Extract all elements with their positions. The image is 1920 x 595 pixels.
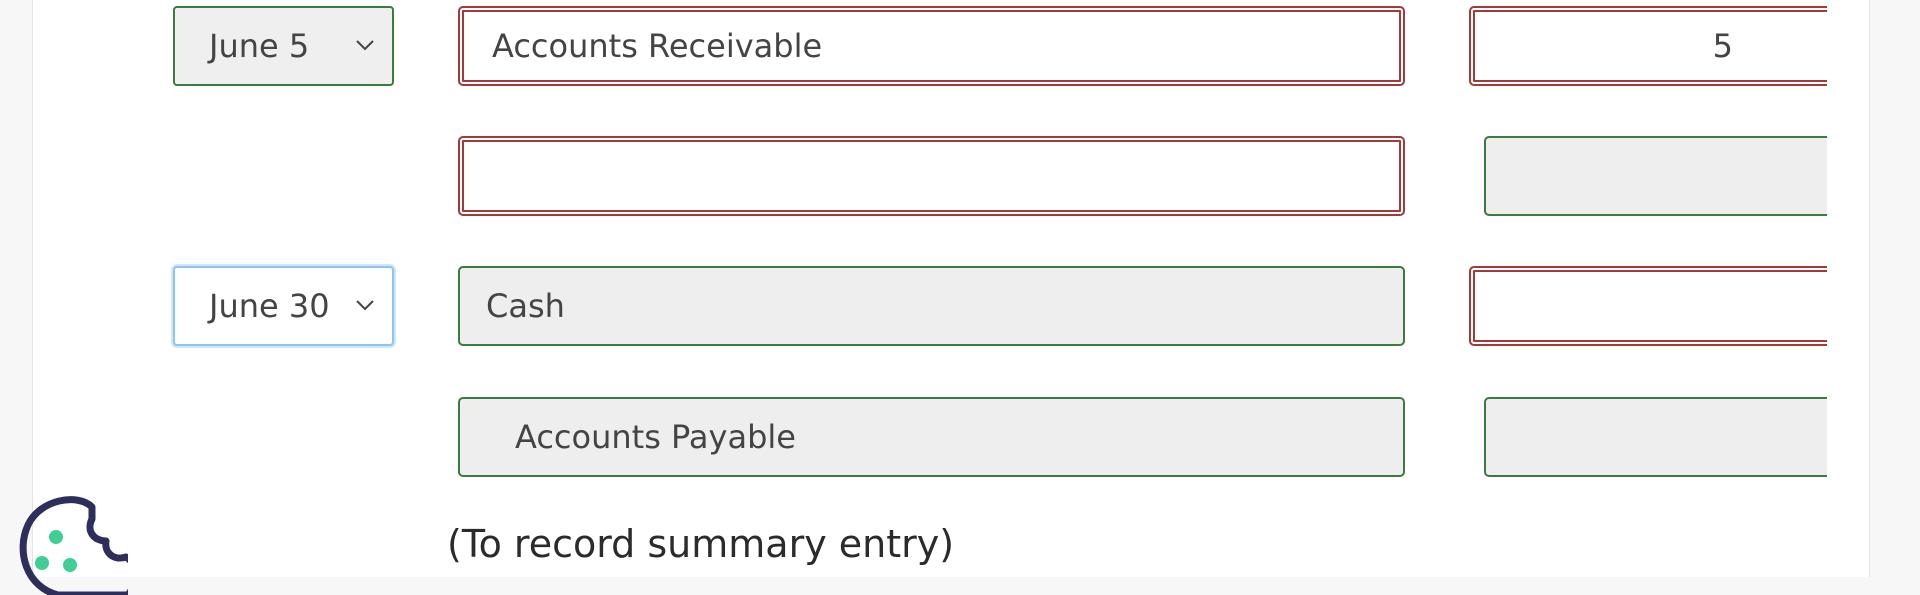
date-value: June 5 (209, 27, 310, 65)
chevron-down-icon (356, 300, 374, 311)
cookie-icon[interactable] (18, 495, 128, 595)
debit-input-row-1[interactable]: 5 (1469, 6, 1827, 86)
date-select-row-1[interactable]: June 5 (173, 6, 394, 86)
chevron-down-icon (356, 40, 374, 51)
debit-input-row-3[interactable] (1469, 266, 1827, 346)
date-select-row-3[interactable]: June 30 (173, 266, 394, 346)
journal-entry-panel: June 5 Accounts Receivable 5 June 30 Cas… (32, 0, 1870, 577)
account-value: Accounts Payable (515, 418, 796, 456)
credit-input-row-2[interactable] (1484, 136, 1827, 216)
date-value: June 30 (209, 287, 330, 325)
entry-description: (To record summary entry) (447, 522, 955, 566)
journal-entry-rows: June 5 Accounts Receivable 5 June 30 Cas… (33, 0, 1827, 577)
account-input-row-1[interactable]: Accounts Receivable (458, 6, 1405, 86)
credit-input-row-4[interactable] (1484, 397, 1827, 477)
account-input-row-3[interactable]: Cash (458, 266, 1405, 346)
account-input-row-2[interactable] (458, 136, 1405, 216)
account-input-row-4[interactable]: Accounts Payable (458, 397, 1405, 477)
account-value: Cash (486, 287, 565, 325)
account-value: Accounts Receivable (492, 27, 823, 65)
amount-value: 5 (1712, 27, 1733, 65)
